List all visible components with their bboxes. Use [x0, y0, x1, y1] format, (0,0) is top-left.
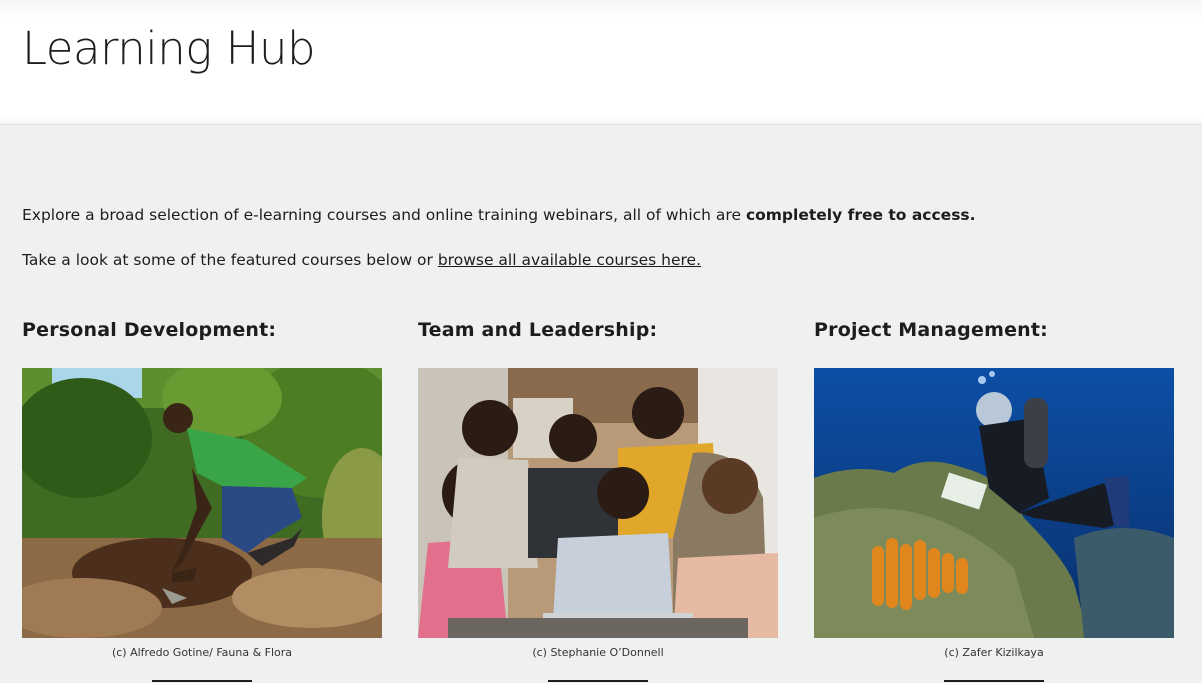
- farmer-planting-image: [22, 368, 382, 638]
- browse-all-courses-link[interactable]: browse all available courses here.: [438, 251, 701, 269]
- course-card-team-leadership: Team and Leadership: (c) Stephanie O’Don…: [418, 316, 778, 682]
- intro-bold-text: completely free to access.: [745, 206, 976, 224]
- course-card-personal-development: Personal Development: (c) Alfredo Gotine…: [22, 316, 382, 682]
- intro-text: Explore a broad selection of e-learning …: [22, 206, 746, 224]
- course-card-project-management: Project Management: (c) Zafer Kizilkaya: [814, 316, 1174, 682]
- page-title: Learning Hub: [22, 22, 316, 75]
- photo-credit: (c) Zafer Kizilkaya: [944, 646, 1044, 659]
- intro-paragraph: Explore a broad selection of e-learning …: [22, 204, 976, 226]
- photo-credit: (c) Alfredo Gotine/ Fauna & Flora: [111, 646, 293, 659]
- course-title: Personal Development:: [22, 319, 277, 341]
- photo-credit: (c) Stephanie O’Donnell: [532, 646, 664, 659]
- browse-paragraph: Take a look at some of the featured cour…: [22, 249, 701, 271]
- course-photo-team-laptop[interactable]: [418, 368, 778, 638]
- page-header: Learning Hub: [0, 0, 1202, 125]
- course-title: Project Management:: [814, 319, 1048, 341]
- course-photo-farmer-planting[interactable]: [22, 368, 382, 638]
- course-title: Team and Leadership:: [418, 319, 658, 341]
- course-photo-diver-reef[interactable]: [814, 368, 1174, 638]
- course-button-underline[interactable]: [548, 680, 648, 682]
- course-button-underline[interactable]: [152, 680, 252, 682]
- course-button-underline[interactable]: [944, 680, 1044, 682]
- diver-reef-image: [814, 368, 1174, 638]
- team-laptop-image: [418, 368, 778, 638]
- browse-text: Take a look at some of the featured cour…: [22, 251, 438, 269]
